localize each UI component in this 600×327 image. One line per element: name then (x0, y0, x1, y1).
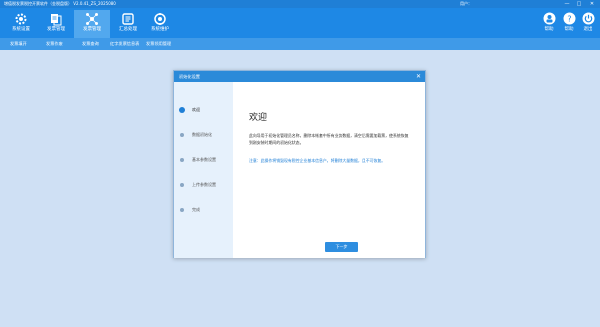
ribbon-label: 发票管理 (83, 27, 101, 32)
ribbon-system-settings-button[interactable]: 系统设置 (3, 10, 39, 38)
ribbon-help-button[interactable]: 帮助 (539, 11, 559, 39)
step-label: 完成 (192, 207, 200, 212)
ribbon-summary-button[interactable]: 汇总处理 (110, 10, 146, 38)
close-icon[interactable]: ✕ (416, 71, 421, 82)
ribbon-invoice-management-button[interactable]: 发票管理 (38, 10, 74, 38)
subnav-item-collection[interactable]: 发票领用管理 (146, 38, 171, 50)
help-icon (543, 12, 555, 25)
welcome-text: 此向导用于初始化管理员名称，删除本帐套中所有业务数据，清空后需要加载票，使系统恢… (249, 133, 409, 145)
minimize-button[interactable]: — (562, 0, 572, 8)
gear-icon (15, 13, 27, 25)
subnav-item-red-info[interactable]: 红字发票信息表 (110, 38, 139, 50)
step-basic-params: 基本参数设置 (174, 155, 233, 165)
step-dot (180, 133, 184, 137)
step-label: 欢迎 (192, 107, 200, 112)
step-dot (180, 158, 184, 162)
ribbon-toolbar: 系统设置 发票管理 发票管理 汇总处理 系统维护 帮助 ? 帮助 退出 (0, 8, 600, 38)
step-finish: 完成 (174, 205, 233, 215)
ribbon-invoice-issue-button[interactable]: 发票管理 (74, 10, 110, 38)
step-dot (180, 183, 184, 187)
wizard-steps: 欢迎 数据初始化 基本参数设置 上传参数设置 完成 (174, 82, 233, 258)
maintenance-icon (154, 13, 166, 25)
dialog-title: 初始化设置 (179, 74, 200, 79)
close-window-button[interactable]: ✕ (587, 0, 597, 8)
step-dot (180, 208, 184, 212)
question-icon: ? (563, 12, 575, 25)
svg-text:?: ? (567, 14, 571, 23)
maximize-button[interactable]: □ (574, 0, 584, 8)
power-icon (582, 12, 594, 25)
ribbon-label: 汇总处理 (119, 27, 137, 32)
status-bar (0, 319, 600, 327)
window-title: 增值税发票税控开票软件（金税盘版） V2.0.41_ZS_2025080 (4, 1, 116, 6)
step-welcome: 欢迎 (174, 105, 233, 115)
sub-navigation: 发票填开 发票作废 发票查询 红字发票信息表 发票领用管理 (0, 38, 600, 50)
subnav-item-issue[interactable]: 发票填开 (10, 38, 27, 50)
step-label: 数据初始化 (192, 132, 212, 137)
summary-icon (122, 13, 134, 25)
step-upload-params: 上传参数设置 (174, 180, 233, 190)
invoice-icon (51, 14, 62, 26)
ribbon-label: 发票管理 (47, 27, 65, 32)
dialog-content: 欢迎 此向导用于初始化管理员名称，删除本帐套中所有业务数据，清空后需要加载票，使… (233, 82, 425, 258)
active-step-dot (179, 107, 185, 113)
ribbon-label: 系统设置 (12, 27, 30, 32)
dialog-header: 初始化设置 ✕ (174, 71, 425, 82)
user-label: 用户： (460, 1, 472, 6)
warning-note: 注意：此操作将销毁现有税控企业基本信息户，将删除大量数据，且不可恢复。 (249, 158, 386, 163)
ribbon-maintenance-button[interactable]: 系统维护 (142, 10, 178, 38)
init-settings-dialog: 初始化设置 ✕ 欢迎 数据初始化 基本参数设置 上传参数设置 完成 欢迎 此向导… (173, 70, 426, 258)
subnav-item-query[interactable]: 发票查询 (82, 38, 99, 50)
step-data-init: 数据初始化 (174, 130, 233, 140)
ribbon-question-button[interactable]: ? 帮助 (559, 11, 579, 39)
subnav-item-void[interactable]: 发票作废 (46, 38, 63, 50)
next-button[interactable]: 下一步 (325, 242, 358, 252)
step-label: 上传参数设置 (192, 182, 216, 187)
welcome-heading: 欢迎 (249, 113, 268, 123)
title-bar: 增值税发票税控开票软件（金税盘版） V2.0.41_ZS_2025080 用户： (0, 0, 600, 8)
ribbon-label: 帮助 (544, 27, 554, 32)
ribbon-label: 系统维护 (151, 27, 169, 32)
ribbon-exit-button[interactable]: 退出 (578, 11, 598, 39)
ribbon-label: 退出 (583, 27, 593, 32)
step-label: 基本参数设置 (192, 157, 216, 162)
network-icon (86, 13, 98, 25)
ribbon-label: 帮助 (564, 27, 574, 32)
